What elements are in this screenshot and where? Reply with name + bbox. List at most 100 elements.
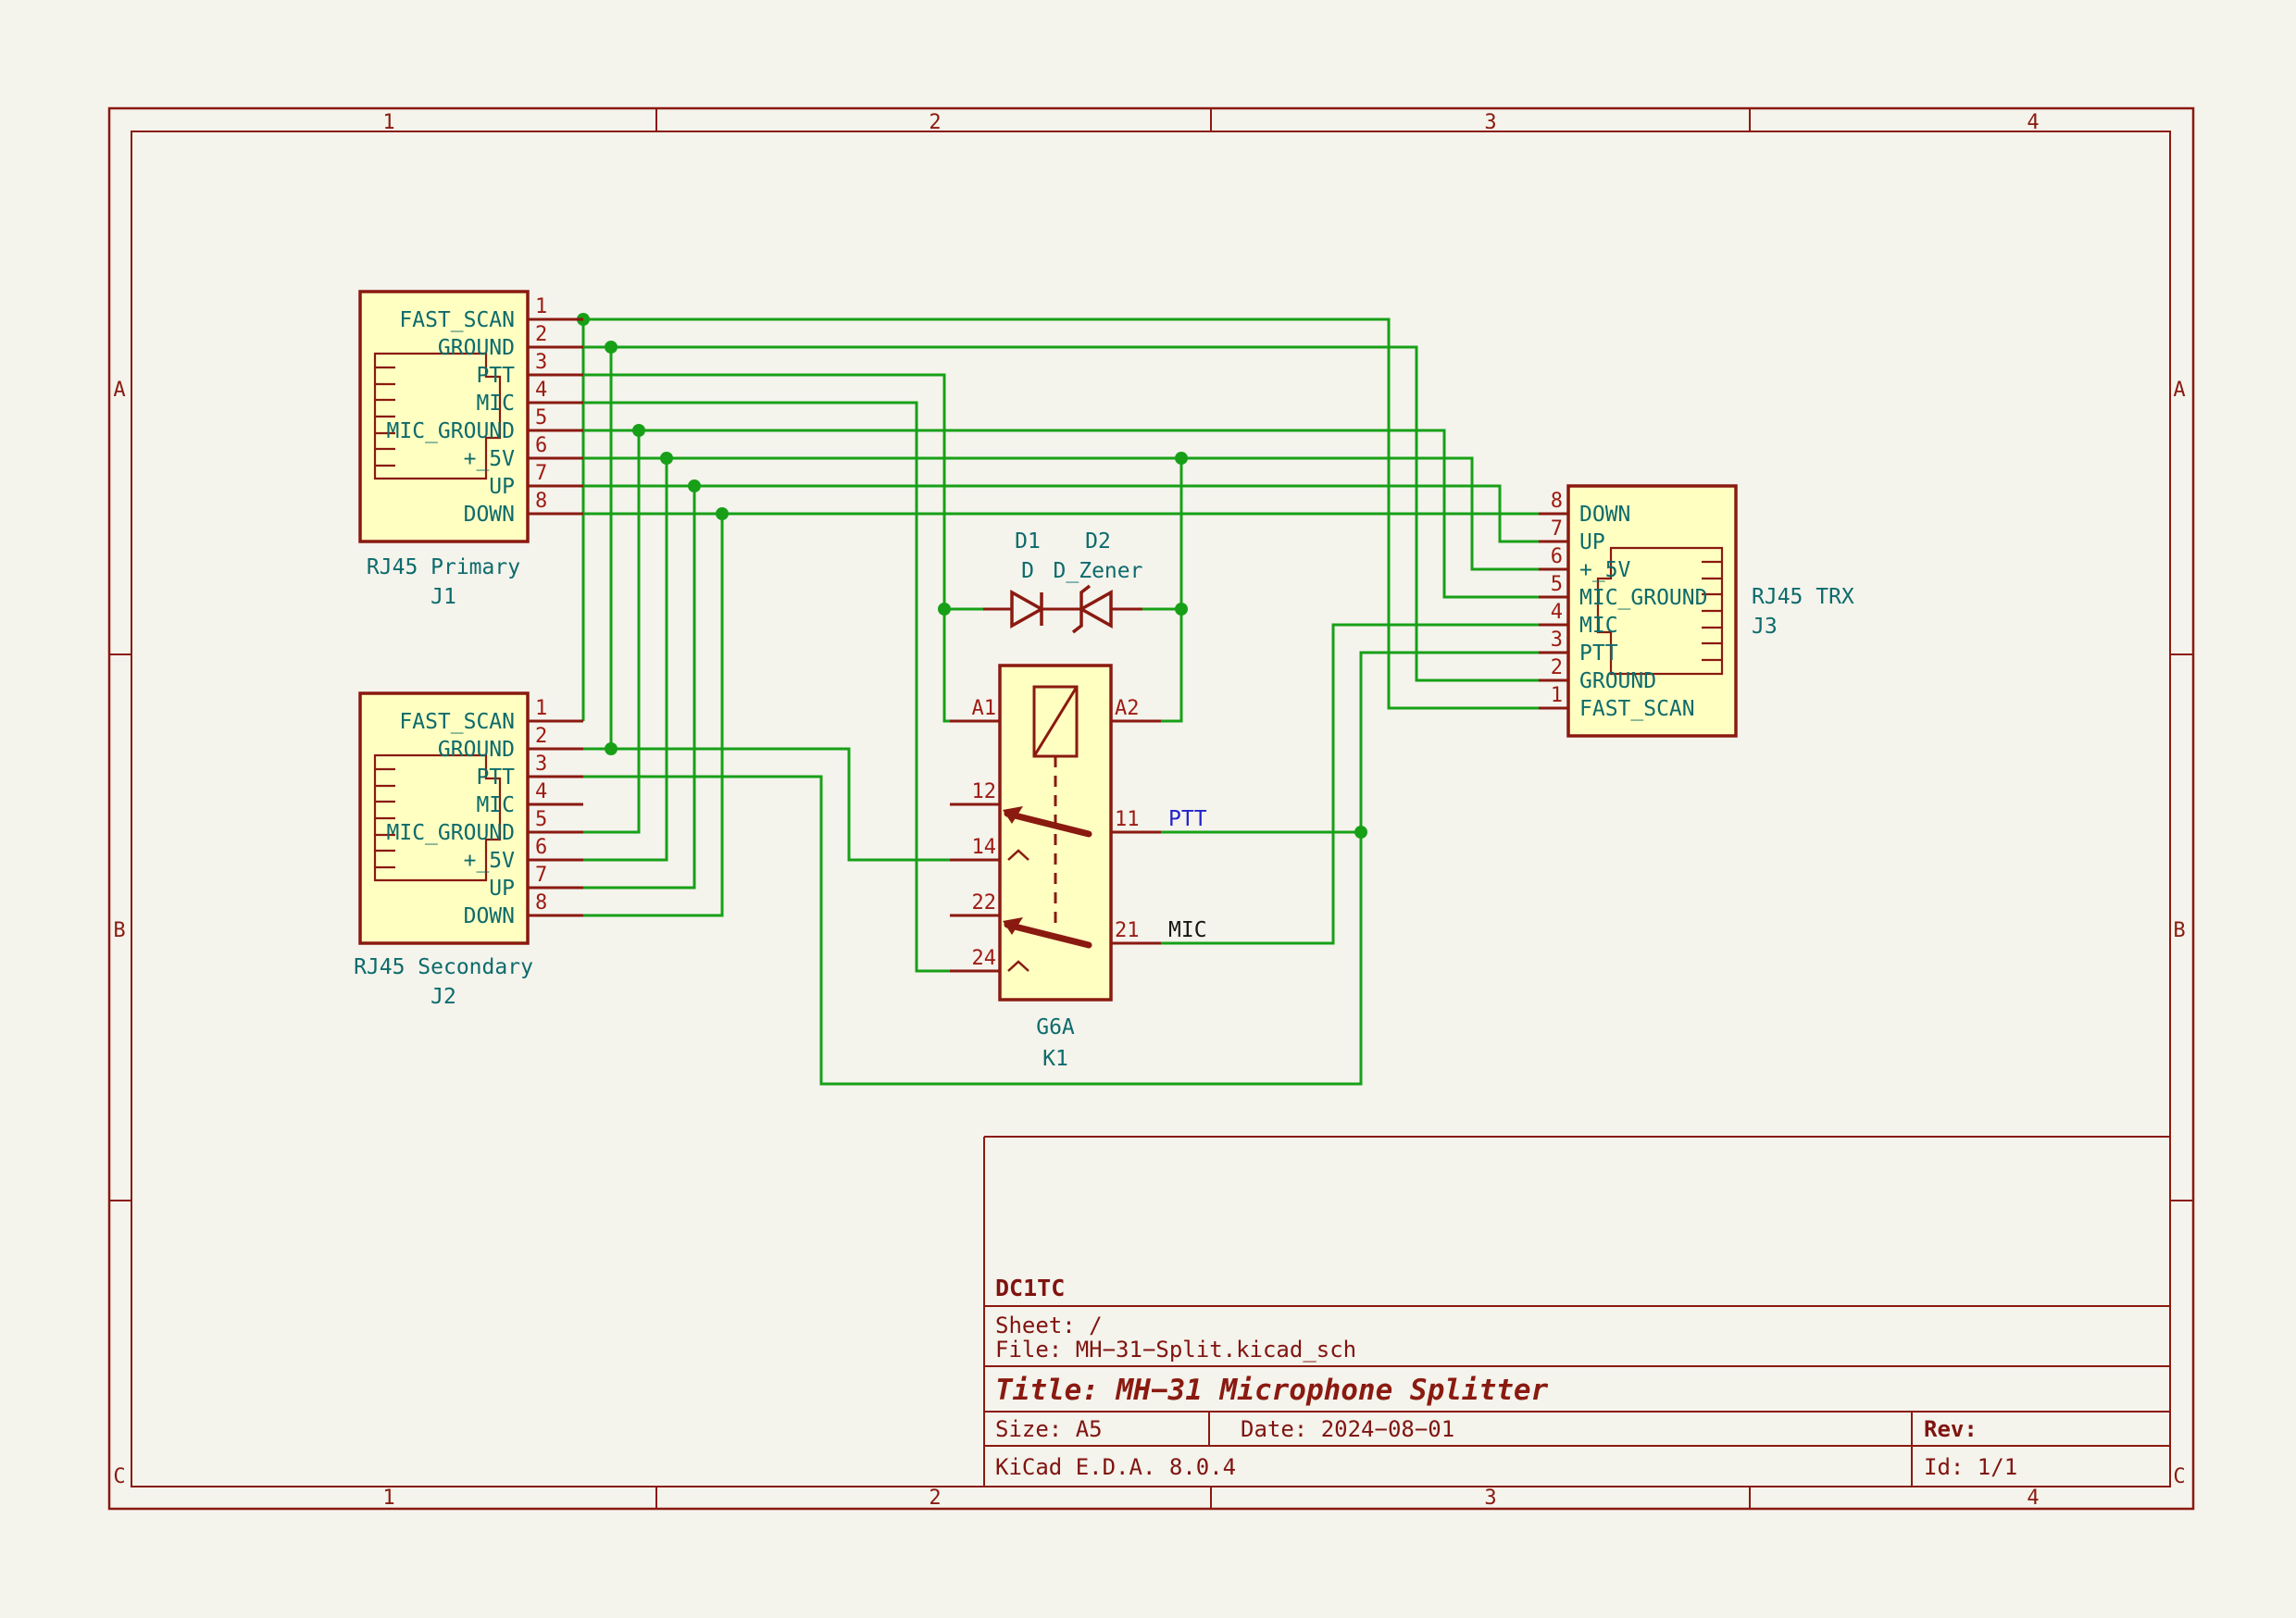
title-block-id: Id: 1/1 — [1924, 1454, 2017, 1480]
wire-mic-relay21[interactable] — [1161, 625, 1539, 943]
d1-reference[interactable]: D1 — [1015, 529, 1041, 554]
zone-row-label: B — [113, 919, 125, 942]
pin-number: 12 — [972, 780, 997, 803]
pin-name: MIC_GROUND — [387, 821, 515, 845]
pin-number: 7 — [535, 462, 547, 485]
pin-name: +_5V — [1579, 558, 1631, 582]
pin-number: 1 — [535, 295, 547, 318]
j3-value[interactable]: RJ45 TRX — [1752, 585, 1854, 609]
pin-name: PTT — [476, 765, 515, 790]
zone-col-label: 4 — [2027, 1487, 2039, 1510]
zone-col-label: 1 — [382, 111, 394, 134]
title-block-date: Date: 2024−08−01 — [1241, 1416, 1454, 1442]
diode-d2: D2 D_Zener — [1054, 529, 1143, 632]
pin-number: 3 — [535, 351, 547, 374]
zone-col-label: 2 — [929, 1487, 941, 1510]
connector-j2: FAST_SCAN GROUND PTT MIC MIC_GROUND +_5V… — [354, 693, 583, 1009]
net-label-mic[interactable]: MIC — [1168, 918, 1207, 942]
pin-number: 1 — [535, 697, 547, 720]
pin-number: 5 — [535, 406, 547, 429]
pin-name: MIC — [476, 793, 515, 817]
pin-number: 4 — [1551, 601, 1563, 624]
k1-reference[interactable]: K1 — [1042, 1047, 1068, 1071]
pin-number: 5 — [535, 808, 547, 831]
pin-number: A1 — [972, 697, 997, 720]
title-block-lines — [984, 1137, 2170, 1487]
d2-reference[interactable]: D2 — [1085, 529, 1111, 554]
pin-number: 6 — [535, 434, 547, 457]
pin-number: 5 — [1551, 573, 1563, 596]
pin-name: GROUND — [1579, 669, 1656, 693]
zone-row-label: B — [2173, 919, 2185, 942]
pin-number: 24 — [972, 947, 997, 970]
net-label-ptt[interactable]: PTT — [1168, 807, 1207, 831]
pin-number: 4 — [535, 379, 547, 402]
pin-number: 2 — [1551, 656, 1563, 679]
zone-col-label: 4 — [2027, 111, 2039, 134]
pin-name: +_5V — [464, 849, 516, 873]
pin-number: 4 — [535, 780, 547, 803]
title-block-sheet: Sheet: / — [995, 1313, 1103, 1338]
wire-5v-j2[interactable] — [583, 458, 667, 860]
pin-name: UP — [489, 475, 515, 499]
pin-number: 21 — [1115, 919, 1140, 942]
pin-name: DOWN — [464, 503, 515, 527]
j3-reference[interactable]: J3 — [1752, 615, 1778, 639]
pin-name: MIC_GROUND — [1579, 586, 1707, 610]
pin-name: GROUND — [438, 738, 515, 762]
pin-number: 14 — [972, 836, 997, 859]
pin-number: 6 — [535, 836, 547, 859]
k1-body[interactable] — [1000, 666, 1111, 1000]
pin-name: DOWN — [1579, 503, 1630, 527]
wire-down-j2[interactable] — [583, 514, 722, 915]
title-block-file: File: MH−31−Split.kicad_sch — [995, 1337, 1356, 1363]
j1-value[interactable]: RJ45 Primary — [367, 555, 520, 579]
title-block-tool: KiCad E.D.A. 8.0.4 — [995, 1454, 1236, 1480]
d1-value[interactable]: D — [1021, 559, 1034, 583]
pin-number: A2 — [1115, 697, 1140, 720]
d2-value[interactable]: D_Zener — [1054, 559, 1143, 583]
j1-reference[interactable]: J1 — [430, 585, 456, 609]
connector-j3: DOWN UP +_5V MIC_GROUND MIC PTT GROUND F… — [1539, 486, 1854, 736]
pin-number: 6 — [1551, 545, 1563, 568]
pin-number: 8 — [535, 490, 547, 513]
j2-reference[interactable]: J2 — [430, 985, 456, 1009]
zone-col-label: 3 — [1484, 1487, 1496, 1510]
schematic-canvas[interactable]: 1 2 3 4 1 2 3 4 A B C A B C — [0, 0, 2296, 1618]
title-block-company: DC1TC — [995, 1275, 1065, 1301]
pin-name: DOWN — [464, 904, 515, 928]
pin-name: MIC — [476, 392, 515, 416]
zone-col-label: 3 — [1484, 111, 1496, 134]
zone-col-label: 1 — [382, 1487, 394, 1510]
pin-name: FAST_SCAN — [399, 710, 515, 734]
pin-name: UP — [1579, 530, 1605, 554]
j2-value[interactable]: RJ45 Secondary — [354, 955, 533, 979]
title-block-size: Size: A5 — [995, 1416, 1103, 1442]
connector-j1: FAST_SCAN GROUND PTT MIC MIC_GROUND +_5V… — [360, 292, 583, 609]
pin-number: 22 — [972, 891, 997, 915]
zener-diode-icon[interactable] — [1081, 592, 1111, 626]
title-block-rev: Rev: — [1924, 1416, 1978, 1442]
pin-number: 7 — [1551, 517, 1563, 541]
pin-name: UP — [489, 877, 515, 901]
pin-name: PTT — [476, 364, 515, 388]
pin-name: FAST_SCAN — [399, 308, 515, 332]
pin-number: 8 — [535, 891, 547, 915]
title-block: DC1TC Sheet: / File: MH−31−Split.kicad_s… — [984, 1137, 2170, 1487]
relay-k1: A1 12 14 22 24 A2 11 21 G6A K1 — [950, 666, 1161, 1071]
wire-5v-a2[interactable] — [1161, 458, 1181, 721]
pin-name: GROUND — [438, 336, 515, 360]
pin-number: 8 — [1551, 490, 1563, 513]
pin-number: 11 — [1115, 808, 1140, 831]
k1-value[interactable]: G6A — [1036, 1015, 1075, 1039]
zone-col-label: 2 — [929, 111, 941, 134]
pin-number: 3 — [535, 753, 547, 776]
pin-number: 7 — [535, 864, 547, 887]
pin-number: 2 — [535, 323, 547, 346]
pin-number: 2 — [535, 725, 547, 748]
zone-row-label: C — [2173, 1465, 2185, 1488]
zone-row-label: C — [113, 1465, 125, 1488]
pin-name: FAST_SCAN — [1579, 697, 1695, 721]
pin-name: +_5V — [464, 447, 516, 471]
diode-icon[interactable] — [1012, 592, 1042, 626]
